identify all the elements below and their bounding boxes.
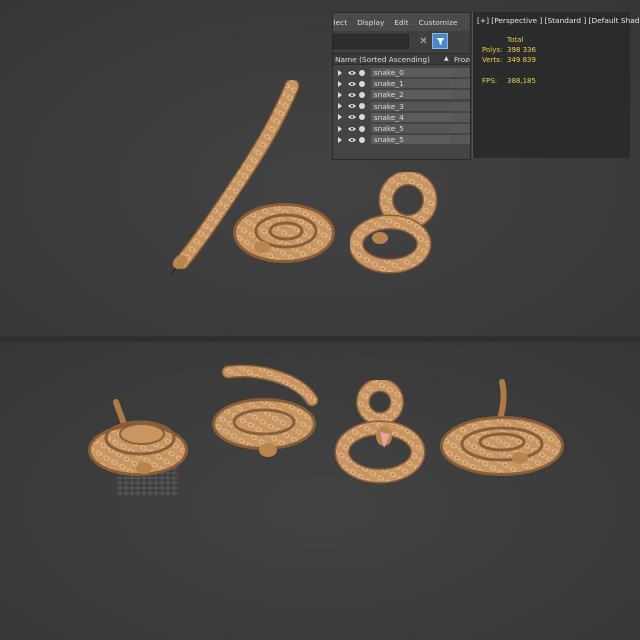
frozen-cell[interactable] — [451, 79, 470, 89]
eye-icon[interactable] — [348, 114, 356, 120]
eye-icon[interactable] — [348, 92, 356, 98]
column-name-header[interactable]: Name (Sorted Ascending) — [335, 55, 430, 64]
expand-arrow-icon[interactable] — [338, 125, 342, 132]
sort-ascending-icon[interactable]: ▲ — [444, 55, 449, 62]
snake-striking[interactable] — [328, 380, 428, 484]
list-item[interactable]: snake_5 — [333, 134, 470, 145]
snake-coiled-flat[interactable] — [228, 195, 340, 267]
stats-total-header: Total — [507, 36, 524, 44]
object-list: snake_0 snake_1 snake_2 snake_3 snake_4 … — [333, 65, 470, 145]
explorer-menubar: elect Display Edit Customize — [333, 13, 470, 31]
menu-select[interactable]: elect — [333, 18, 352, 27]
scene-statistics: Total Polys: 398 336 Verts: 349 839 FPS: 38… — [482, 36, 557, 87]
expand-arrow-icon[interactable] — [338, 91, 342, 98]
object-type-icon — [359, 125, 365, 132]
object-type-icon — [359, 136, 365, 143]
explorer-toolbar: ✕ — [333, 31, 470, 53]
column-header[interactable]: Name (Sorted Ascending) ▲ Froze — [333, 53, 470, 65]
eye-icon[interactable] — [348, 137, 356, 143]
expand-arrow-icon[interactable] — [338, 80, 342, 87]
clear-search-icon[interactable]: ✕ — [416, 34, 431, 49]
list-item[interactable]: snake_1 — [333, 78, 470, 89]
object-type-icon — [359, 114, 365, 121]
eye-icon[interactable] — [348, 81, 356, 87]
frozen-cell[interactable] — [451, 90, 470, 100]
expand-arrow-icon[interactable] — [338, 103, 342, 110]
snake-coiled-tall[interactable] — [350, 172, 446, 276]
list-item[interactable]: snake_0 — [333, 67, 470, 78]
viewport-label[interactable]: [+] [Perspective ] [Standard ] [Default … — [477, 16, 640, 25]
frozen-cell[interactable] — [451, 135, 470, 145]
object-type-icon — [359, 91, 365, 98]
viewport-stats-panel: [+] [Perspective ] [Standard ] [Default … — [472, 12, 640, 158]
eye-icon[interactable] — [348, 126, 356, 132]
column-frozen-header[interactable]: Froze — [451, 55, 470, 64]
polys-label: Polys: — [482, 46, 503, 54]
snake-coiled-s[interactable] — [208, 364, 324, 466]
fps-value: 388,185 — [507, 77, 536, 85]
expand-arrow-icon[interactable] — [338, 114, 342, 121]
frozen-cell[interactable] — [451, 112, 470, 122]
menu-customize[interactable]: Customize — [414, 18, 463, 27]
filter-icon[interactable] — [432, 33, 448, 49]
menu-edit[interactable]: Edit — [389, 18, 413, 27]
list-item[interactable]: snake_5 — [333, 123, 470, 134]
eye-icon[interactable] — [348, 103, 356, 109]
object-type-icon — [359, 103, 365, 110]
frozen-cell[interactable] — [451, 68, 470, 77]
verts-label: Verts: — [482, 56, 503, 64]
menu-display[interactable]: Display — [352, 18, 389, 27]
scene-explorer-panel[interactable]: elect Display Edit Customize ✕ Name (Sor… — [332, 12, 471, 160]
fps-label: FPS: — [482, 77, 498, 85]
list-item[interactable]: snake_3 — [333, 101, 470, 112]
object-type-icon — [359, 69, 365, 76]
eye-icon[interactable] — [348, 70, 356, 76]
snake-coiled-large[interactable] — [436, 378, 570, 482]
verts-value: 349 839 — [507, 56, 536, 64]
expand-arrow-icon[interactable] — [338, 136, 342, 143]
expand-arrow-icon[interactable] — [338, 69, 342, 76]
polys-value: 398 336 — [507, 46, 536, 54]
list-item[interactable]: snake_2 — [333, 89, 470, 100]
frozen-cell[interactable] — [451, 123, 470, 133]
snake-coiled-rattle[interactable] — [84, 398, 192, 480]
list-item[interactable]: snake_4 — [333, 112, 470, 123]
object-type-icon — [359, 80, 365, 87]
search-input[interactable] — [333, 34, 409, 49]
frozen-cell[interactable] — [451, 101, 470, 111]
